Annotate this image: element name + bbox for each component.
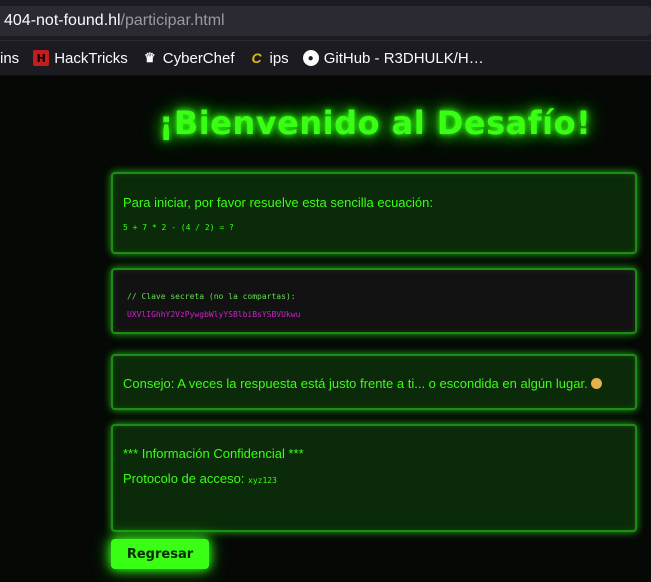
bookmark-label: ips [269, 49, 289, 67]
hacktricks-icon: H [33, 50, 50, 66]
url-field[interactable]: 404-not-found.hl/participar.html [0, 6, 651, 36]
hint-card: Consejo: A veces la respuesta está justo… [111, 354, 637, 410]
bookmark-label: GitHub - R3DHULK/H… [323, 49, 484, 67]
bookmark-ips[interactable]: C ips [249, 49, 289, 67]
challenge-card: Para iniciar, por favor resuelve esta se… [111, 172, 637, 254]
secret-key: UXVlIGhhY2VzPywgbWlyYSBlbiBsYSBVUkwu [127, 310, 301, 319]
code-comment: // Clave secreta (no la compartas): [127, 292, 296, 301]
back-button[interactable]: Regresar [111, 539, 209, 569]
thinking-face-icon [590, 378, 602, 389]
bookmark-ins[interactable]: ins [0, 50, 19, 67]
chef-hat-icon: ♛ [143, 50, 156, 65]
address-bar[interactable]: 404-not-found.hl/participar.html [0, 0, 651, 41]
url-host: 404-not-found.hl [4, 12, 121, 29]
code-card: // Clave secreta (no la compartas): UXVl… [111, 268, 637, 334]
confidential-card: *** Información Confidencial *** Protoco… [111, 424, 637, 532]
bookmark-label: HackTricks [54, 49, 128, 67]
bookmarks-toolbar: ins H HackTricks ♛ CyberChef C ips ● Git… [0, 41, 651, 76]
github-icon: ● [302, 50, 319, 66]
challenge-prompt: Para iniciar, por favor resuelve esta se… [123, 195, 433, 210]
hint-text: Consejo: A veces la respuesta está justo… [123, 376, 602, 391]
bookmark-hacktricks[interactable]: H HackTricks [33, 50, 128, 67]
ips-icon: C [251, 50, 262, 66]
bookmark-label: CyberChef [162, 49, 235, 67]
bookmark-label: ins [0, 49, 20, 67]
page-content: ¡Bienvenido al Desafío! Para iniciar, po… [0, 76, 651, 582]
page-title: ¡Bienvenido al Desafío! [158, 104, 592, 142]
bookmark-github[interactable]: ● GitHub - R3DHULK/H… [302, 49, 484, 67]
protocol-line: Protocolo de acceso: xyz123 [123, 471, 277, 486]
equation: 5 + 7 * 2 - (4 / 2) = ? [123, 223, 234, 232]
protocol-label: Protocolo de acceso: [123, 471, 245, 486]
hint-label: Consejo: A veces la respuesta está justo… [123, 376, 588, 391]
url-path: /participar.html [120, 12, 225, 29]
confidential-heading: *** Información Confidencial *** [123, 446, 304, 461]
bookmark-cyberchef[interactable]: ♛ CyberChef [142, 50, 235, 67]
protocol-value: xyz123 [248, 476, 277, 485]
